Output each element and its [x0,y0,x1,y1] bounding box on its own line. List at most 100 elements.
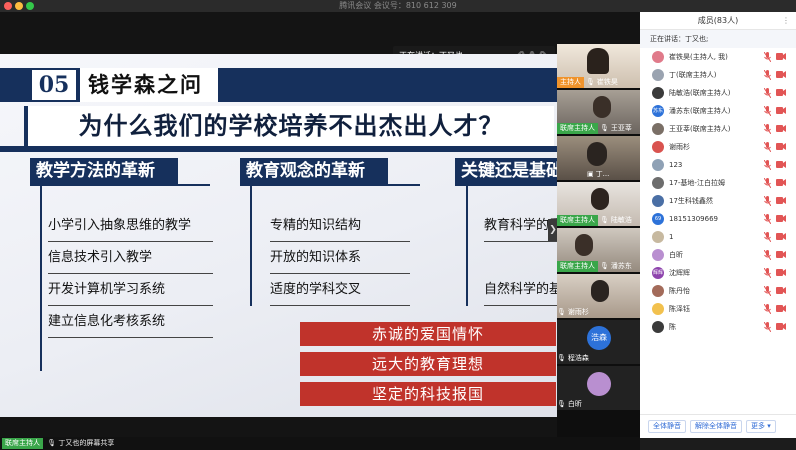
slide-red-bar: 赤诚的爱国情怀 [300,322,556,346]
list-item: 建立信息化考核系统 [48,310,213,338]
slide-section-title: 钱学森之问 [80,68,218,102]
maximize-window-button[interactable] [26,2,34,10]
member-name: 1 [669,233,674,241]
member-row[interactable]: 王亚莘(联席主持人) [640,120,796,138]
camera-off-icon[interactable] [776,89,786,96]
camera-off-icon[interactable] [776,71,786,78]
window-title: 腾讯会议 会议号：810 612 309 [339,1,457,10]
video-thumbnail[interactable]: ▣ 丁... [557,136,640,180]
mic-muted-icon[interactable] [763,141,772,153]
cohost-tag: 联席主持人 [557,261,598,272]
avatar: 辉辉 [652,267,664,279]
avatar [652,231,664,243]
mic-muted-icon[interactable] [763,69,772,81]
slide-section-number: 05 [30,68,78,102]
mic-muted-icon[interactable] [763,249,772,261]
avatar: 69 [652,213,664,225]
mic-muted-icon[interactable] [763,105,772,117]
member-name: 王亚莘(联席主持人) [669,125,731,133]
mic-muted-icon[interactable] [763,87,772,99]
slide-red-bar: 坚定的科技报国 [300,382,556,406]
camera-off-icon[interactable] [776,233,786,240]
member-row[interactable]: 丁(联席主持人) [640,66,796,84]
mic-muted-icon[interactable] [763,213,772,225]
mic-muted-icon[interactable] [763,231,772,243]
camera-off-icon[interactable] [776,179,786,186]
unmute-all-button[interactable]: 解除全体静音 [690,420,742,433]
mic-icon: 🎙 [586,78,595,86]
camera-off-icon[interactable] [776,251,786,258]
avatar [652,249,664,261]
video-thumbnail[interactable]: 🎙 白昕 [557,366,640,410]
member-row[interactable]: 1 [640,228,796,246]
camera-off-icon[interactable] [776,107,786,114]
mic-muted-icon[interactable] [763,51,772,63]
participant-name: 陆敏浩 [610,216,632,224]
member-row[interactable]: 陆敏浩(联席主持人) [640,84,796,102]
video-thumbnail[interactable]: 主持人 🎙 崔铁昊 [557,44,640,88]
member-row[interactable]: 123 [640,156,796,174]
video-thumbnail[interactable]: 联席主持人 🎙 王亚莘 [557,90,640,134]
mic-muted-icon[interactable] [763,123,772,135]
member-name: 沈辉辉 [669,269,690,277]
member-name: 陈 [669,323,676,331]
camera-off-icon[interactable] [776,269,786,276]
list-item: 适度的学科交叉 [270,278,410,306]
panel-menu-icon[interactable]: ⋮ [782,12,790,30]
mic-muted-icon[interactable] [763,195,772,207]
avatar [652,321,664,333]
list-item: 开放的知识体系 [270,246,410,274]
video-thumbnail[interactable]: 联席主持人 🎙 潘苏东 [557,228,640,272]
slide-red-bar: 远大的教育理想 [300,352,556,376]
camera-off-icon[interactable] [776,323,786,330]
mute-all-button[interactable]: 全体静音 [648,420,686,433]
member-row[interactable]: 17生科钱鑫然 [640,192,796,210]
member-row[interactable]: 苏东 潘苏东(联席主持人) [640,102,796,120]
camera-off-icon[interactable] [776,161,786,168]
avatar [652,69,664,81]
camera-off-icon[interactable] [776,197,786,204]
mic-muted-icon[interactable] [763,285,772,297]
panel-footer: 全体静音 解除全体静音 更多 ▾ [640,414,796,438]
video-thumbnail[interactable]: 联席主持人 🎙 陆敏浩 [557,182,640,226]
member-row[interactable]: 陈 [640,318,796,336]
mic-muted-icon[interactable] [763,303,772,315]
video-thumbnail[interactable]: 浩森 🎙 程浩森 [557,320,640,364]
member-row[interactable]: 17-基地-江白拉姆 [640,174,796,192]
member-row[interactable]: 辉辉 沈辉辉 [640,264,796,282]
mic-muted-icon[interactable] [763,177,772,189]
camera-off-icon[interactable] [776,125,786,132]
camera-off-icon[interactable] [776,53,786,60]
mic-icon: 🎙 [557,354,566,362]
member-name: 17生科钱鑫然 [669,197,713,205]
mic-muted-icon[interactable] [763,159,772,171]
member-row[interactable]: 陈泽钰 [640,300,796,318]
minimize-window-button[interactable] [15,2,23,10]
list-item: 自然科学的基 [484,278,558,306]
mic-icon: 🎙 [47,439,57,447]
member-row[interactable]: 崔铁昊(主持人, 我) [640,48,796,66]
member-name: 123 [669,161,683,169]
members-panel: 成员(83人) ⋮ 正在讲话：丁又也; 崔铁昊(主持人, 我) 丁(联席主持人) 陆… [640,12,796,438]
list-item: 开发计算机学习系统 [48,278,213,306]
avatar: 浩森 [587,326,611,350]
close-window-button[interactable] [4,2,12,10]
member-row[interactable]: 谢雨杉 [640,138,796,156]
mic-muted-icon[interactable] [763,321,772,333]
shared-screen-area: 正在讲话：丁又也; 05 钱学森之问 为什么我们的学校培养不出杰出人才？ 教学方… [0,12,640,450]
more-button[interactable]: 更多 ▾ [746,420,776,433]
avatar [652,141,664,153]
participant-name: 程浩森 [567,354,589,362]
camera-off-icon[interactable] [776,287,786,294]
avatar [652,177,664,189]
camera-off-icon[interactable] [776,215,786,222]
member-row[interactable]: 白昕 [640,246,796,264]
mic-icon: 🎙 [600,216,609,224]
mic-muted-icon[interactable] [763,267,772,279]
member-row[interactable]: 陈丹怡 [640,282,796,300]
member-row[interactable]: 69 18151309669 [640,210,796,228]
camera-off-icon[interactable] [776,143,786,150]
camera-off-icon[interactable] [776,305,786,312]
video-thumbnail[interactable]: 🎙 谢雨杉 [557,274,640,318]
presentation-slide: 05 钱学森之问 为什么我们的学校培养不出杰出人才？ 教学方法的革新 小学引入抽… [0,54,558,417]
